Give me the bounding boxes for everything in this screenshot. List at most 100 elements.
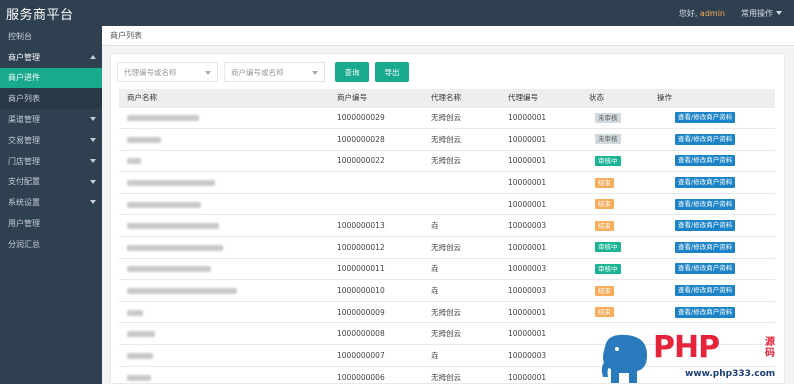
watermark: PHP 源码 www.php333.com (595, 329, 794, 384)
cell-status: 结束 (581, 300, 649, 323)
merchant-select-placeholder: 商户编号或名称 (231, 67, 284, 77)
agent-select[interactable]: 代理编号或名称 (117, 62, 218, 82)
redacted-merchant-name (127, 331, 155, 338)
col-actions: 操作 (649, 89, 775, 107)
cell-agent-id: 10000001 (500, 171, 581, 194)
sidebar-item[interactable]: 分润汇总 (0, 234, 102, 255)
merchant-select[interactable]: 商户编号或名称 (224, 62, 325, 82)
col-merchant-name: 商户名称 (119, 89, 329, 107)
view-edit-merchant-button[interactable]: 查看/修改商户资料 (675, 155, 736, 167)
view-edit-merchant-button[interactable]: 查看/修改商户资料 (675, 263, 736, 275)
status-badge: 结束 (595, 177, 614, 188)
chevron-down-icon (90, 179, 96, 184)
chevron-down-icon (776, 11, 782, 15)
status-badge: 结束 (595, 285, 614, 296)
col-agent-name: 代理名称 (423, 89, 500, 107)
col-merchant-id: 商户编号 (329, 89, 423, 107)
search-button[interactable]: 查询 (335, 62, 369, 82)
redacted-merchant-name (127, 180, 215, 187)
cell-merchant-name (119, 279, 329, 302)
table-row: 1000000012 无拇创云 10000001 审核中 查看/修改商户资料 (119, 236, 775, 259)
cell-agent-name: 垚 (423, 257, 500, 280)
sidebar-item[interactable]: 系统设置 (0, 192, 102, 213)
redacted-merchant-name (127, 244, 223, 251)
col-status: 状态 (581, 89, 649, 107)
cell-actions: 查看/修改商户资料 (649, 236, 775, 259)
table-row: 1000000028 无拇创云 10000001 未审核 查看/修改商户资料 (119, 128, 775, 151)
chevron-down-icon (90, 117, 96, 122)
cell-merchant-id: 1000000029 (329, 106, 423, 129)
view-edit-merchant-button[interactable]: 查看/修改商户资料 (675, 112, 736, 124)
sidebar: 控制台 商户管理商户进件商户列表渠道管理交易管理门店管理支付配置系统设置用户管理分… (0, 26, 102, 384)
common-actions-menu[interactable]: 常用操作 (741, 8, 782, 19)
status-badge: 结束 (595, 199, 614, 210)
cell-agent-id: 10000001 (500, 128, 581, 151)
cell-agent-name (423, 171, 500, 194)
cell-actions: 查看/修改商户资料 (649, 279, 775, 302)
view-edit-merchant-button[interactable]: 查看/修改商户资料 (675, 133, 736, 145)
cell-agent-name (423, 192, 500, 215)
status-badge: 未审核 (595, 112, 621, 123)
cell-status: 结束 (581, 192, 649, 215)
view-edit-merchant-button[interactable]: 查看/修改商户资料 (675, 177, 736, 189)
tab-merchant-list[interactable]: 商户列表 (102, 26, 150, 46)
cell-merchant-id: 1000000006 (329, 365, 423, 384)
table-row: 1000000022 无拇创云 10000001 审核中 查看/修改商户资料 (119, 149, 775, 172)
cell-actions: 查看/修改商户资料 (649, 300, 775, 323)
table-row: 1000000029 无拇创云 10000001 未审核 查看/修改商户资料 (119, 106, 775, 129)
view-edit-merchant-button[interactable]: 查看/修改商户资料 (675, 306, 736, 318)
sidebar-item-label: 门店管理 (8, 156, 40, 166)
export-button[interactable]: 导出 (375, 62, 409, 82)
table-header-row: 商户名称 商户编号 代理名称 代理编号 状态 操作 (119, 89, 775, 107)
cell-agent-id: 10000003 (500, 279, 581, 302)
chevron-down-icon (90, 137, 96, 142)
view-edit-merchant-button[interactable]: 查看/修改商户资料 (675, 241, 736, 253)
cell-actions: 查看/修改商户资料 (649, 214, 775, 237)
sidebar-item[interactable]: 渠道管理 (0, 109, 102, 130)
sidebar-item[interactable]: 用户管理 (0, 213, 102, 234)
sidebar-item[interactable]: 商户进件 (0, 67, 102, 89)
view-edit-merchant-button[interactable]: 查看/修改商户资料 (675, 220, 736, 232)
redacted-merchant-name (127, 309, 143, 316)
sidebar-item[interactable]: 商户管理 (0, 47, 102, 68)
cell-merchant-id (329, 171, 423, 194)
redacted-merchant-name (127, 158, 141, 165)
view-edit-merchant-button[interactable]: 查看/修改商户资料 (675, 285, 736, 297)
cell-status: 审核中 (581, 149, 649, 172)
cell-status: 审核中 (581, 257, 649, 280)
sidebar-item[interactable]: 控制台 (0, 26, 102, 47)
cell-agent-id: 10000003 (500, 257, 581, 280)
sidebar-item-label: 商户进件 (8, 73, 40, 83)
cell-agent-name: 无拇创云 (423, 322, 500, 345)
sidebar-item[interactable]: 支付配置 (0, 172, 102, 193)
cell-actions: 查看/修改商户资料 (649, 257, 775, 280)
cell-merchant-name (119, 149, 329, 172)
cell-merchant-name (119, 192, 329, 215)
table-row: 10000001 结束 查看/修改商户资料 (119, 192, 775, 215)
cell-agent-name: 无拇创云 (423, 236, 500, 259)
cell-merchant-name (119, 344, 329, 367)
cell-status: 结束 (581, 171, 649, 194)
sidebar-item-label: 渠道管理 (8, 115, 40, 125)
status-badge: 结束 (595, 220, 614, 231)
greeting-text: 您好, (678, 8, 698, 18)
cell-agent-name: 垚 (423, 214, 500, 237)
sidebar-item-label: 用户管理 (8, 219, 40, 229)
cell-merchant-id: 1000000008 (329, 322, 423, 345)
cell-status: 审核中 (581, 236, 649, 259)
cell-agent-id: 10000001 (500, 106, 581, 129)
cell-merchant-name (119, 322, 329, 345)
cell-agent-name: 垚 (423, 344, 500, 367)
cell-merchant-id: 1000000012 (329, 236, 423, 259)
cell-actions: 查看/修改商户资料 (649, 149, 775, 172)
username[interactable]: admin (700, 9, 725, 18)
cell-agent-id: 10000001 (500, 192, 581, 215)
sidebar-item[interactable]: 商户列表 (0, 88, 102, 110)
cell-merchant-id: 1000000010 (329, 279, 423, 302)
sidebar-item[interactable]: 门店管理 (0, 151, 102, 172)
status-badge: 结束 (595, 307, 614, 318)
sidebar-item-label: 系统设置 (8, 198, 40, 208)
sidebar-item[interactable]: 交易管理 (0, 130, 102, 151)
view-edit-merchant-button[interactable]: 查看/修改商户资料 (675, 198, 736, 210)
chevron-down-icon (90, 158, 96, 163)
